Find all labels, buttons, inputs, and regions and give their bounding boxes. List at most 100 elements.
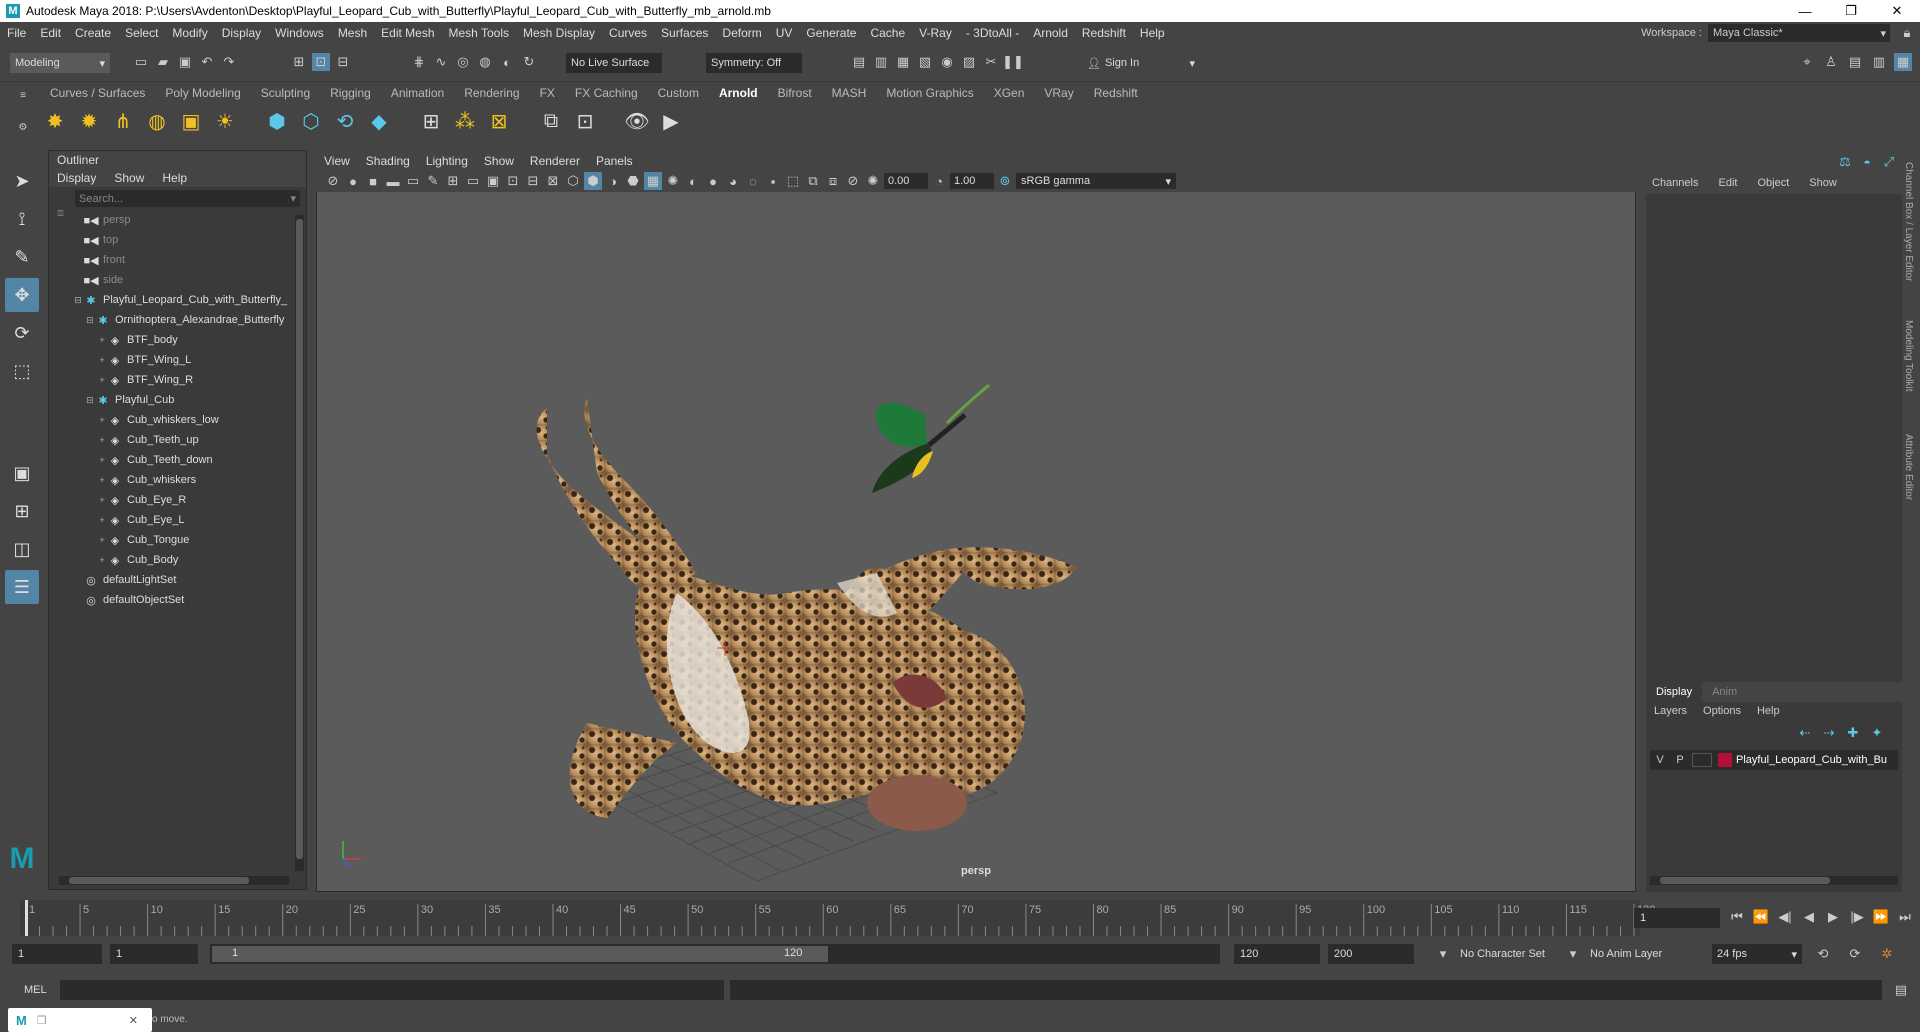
layer-color-swatch[interactable] (1718, 753, 1732, 767)
menu-surfaces[interactable]: Surfaces (654, 26, 715, 40)
auto-key-icon[interactable]: ⟳ (1846, 945, 1864, 963)
anti-aliasing-icon[interactable]: ◌ (744, 172, 762, 190)
outliner-item[interactable]: + ◈ BTF_Wing_R (49, 370, 306, 390)
rotate-tool-icon[interactable]: ⟳ (5, 316, 39, 350)
leopard-cub-model[interactable] (536, 398, 1077, 831)
shelf-tab-rigging[interactable]: Rigging (320, 86, 381, 100)
shelf-menu-icon[interactable]: ≡ (14, 86, 32, 104)
shelf-tab-arnold[interactable]: Arnold (709, 86, 768, 100)
outliner-item[interactable]: + ◈ Cub_whiskers_low (49, 410, 306, 430)
gamma-icon[interactable]: ◔ (930, 172, 948, 190)
move-layer-up-icon[interactable]: ⇠ (1796, 724, 1814, 742)
tab-anim[interactable]: Anim (1702, 686, 1747, 698)
collapse-icon[interactable]: ⊟ (73, 295, 83, 306)
expand-icon[interactable]: + (97, 435, 107, 445)
outliner-item[interactable]: ■◀ side (49, 270, 306, 290)
shelf-tab-sculpting[interactable]: Sculpting (251, 86, 320, 100)
menu-edit-mesh[interactable]: Edit Mesh (374, 26, 441, 40)
outliner-search-input[interactable]: Search... ▾ (75, 190, 300, 207)
menu-display[interactable]: Display (215, 26, 268, 40)
render-frame-icon[interactable]: ▤ (850, 53, 868, 71)
xray-active-icon[interactable]: ⧈ (824, 172, 842, 190)
collapse-icon[interactable]: ⊟ (85, 395, 95, 406)
camera-attributes-icon[interactable]: ● (344, 172, 362, 190)
area-light-icon[interactable]: ✸ (40, 106, 70, 136)
modeling-toolkit-icon[interactable]: ⌖ (1798, 53, 1816, 71)
taskbar-window[interactable]: M ❐ ✕ (8, 1008, 152, 1032)
mesh-light-icon[interactable]: ✹ (74, 106, 104, 136)
menu-file[interactable]: File (0, 26, 33, 40)
redo-icon[interactable]: ↷ (220, 53, 238, 71)
step-back-key-icon[interactable]: ⏪ (1752, 908, 1770, 926)
menu-mesh[interactable]: Mesh (331, 26, 374, 40)
anim-layer-dropdown[interactable]: No Anim Layer (1590, 948, 1662, 960)
render-view-eye-icon[interactable]: 👁︎ (622, 106, 652, 136)
channel-menu-object[interactable]: Object (1757, 177, 1789, 189)
single-view-icon[interactable]: ▣ (5, 456, 39, 490)
ipr-icon[interactable]: ✂ (982, 53, 1000, 71)
taskbar-close-icon[interactable]: ✕ (129, 1014, 138, 1027)
isolate-select-icon[interactable]: ⬚ (784, 172, 802, 190)
new-layer-selected-icon[interactable]: ✦ (1868, 724, 1886, 742)
step-forward-frame-icon[interactable]: |▶ (1848, 908, 1866, 926)
render-sequence-icon[interactable]: ▥ (872, 53, 890, 71)
shelf-tab-fx-caching[interactable]: FX Caching (565, 86, 648, 100)
outliner-item[interactable]: ⊟ ✱ Ornithoptera_Alexandrae_Butterfly (49, 310, 306, 330)
go-to-start-icon[interactable]: ⏮ (1728, 908, 1746, 926)
maximize-icon[interactable]: ❐ (1828, 0, 1874, 22)
bookmark-icon[interactable]: ■ (364, 172, 382, 190)
menu-help[interactable]: Help (1133, 26, 1172, 40)
current-frame-field[interactable]: 1 (1634, 908, 1720, 928)
shelf-tab-poly-modeling[interactable]: Poly Modeling (155, 86, 250, 100)
outliner-item[interactable]: ■◀ top (49, 230, 306, 250)
fps-dropdown[interactable]: 24 fps ▾ (1712, 944, 1802, 964)
gamma-field[interactable]: 1.00 (950, 173, 994, 189)
photometric-light-icon[interactable]: ⋔ (108, 106, 138, 136)
safe-action-icon[interactable]: ⊠ (544, 172, 562, 190)
menu-mesh-tools[interactable]: Mesh Tools (442, 26, 516, 40)
layer-menu-help[interactable]: Help (1757, 705, 1780, 717)
anim-preferences-icon[interactable]: ✲ (1878, 945, 1896, 963)
shelf-tab-animation[interactable]: Animation (381, 86, 454, 100)
outliner-item[interactable]: ■◀ front (49, 250, 306, 270)
save-scene-icon[interactable]: ▣ (176, 53, 194, 71)
exposure-icon[interactable]: ✺ (864, 172, 882, 190)
flush-all-icon[interactable]: ⊠ (484, 106, 514, 136)
expand-icon[interactable]: + (97, 355, 107, 365)
outliner-item[interactable]: ⊟ ✱ Playful_Leopard_Cub_with_Butterfly_ (49, 290, 306, 310)
attribute-editor-icon[interactable]: ▤ (1846, 53, 1864, 71)
outliner-horizontal-scrollbar[interactable] (59, 876, 289, 885)
collapse-icon[interactable]: ⊟ (85, 315, 95, 326)
outliner-item[interactable]: + ◈ Cub_whiskers (49, 470, 306, 490)
procedural-icon[interactable]: ◆ (364, 106, 394, 136)
layer-playback-toggle[interactable]: P (1670, 754, 1690, 766)
live-surface-field[interactable]: No Live Surface (566, 53, 662, 73)
current-frame-marker[interactable] (25, 900, 28, 936)
menu-curves[interactable]: Curves (602, 26, 654, 40)
minimize-icon[interactable]: — (1782, 0, 1828, 22)
restore-icon[interactable]: ❐ (37, 1014, 47, 1027)
shelf-tab-motion-graphics[interactable]: Motion Graphics (876, 86, 983, 100)
go-to-end-icon[interactable]: ⏭ (1896, 908, 1914, 926)
anim-layer-icon[interactable]: ▾ (1564, 945, 1582, 963)
tool-settings-icon[interactable]: ▥ (1870, 53, 1888, 71)
snap-point-icon[interactable]: ◎ (454, 53, 472, 71)
channel-menu-channels[interactable]: Channels (1652, 177, 1698, 189)
shelf-tab-redshift[interactable]: Redshift (1084, 86, 1148, 100)
menu-select[interactable]: Select (118, 26, 165, 40)
step-back-frame-icon[interactable]: ◀| (1776, 908, 1794, 926)
menu-modify[interactable]: Modify (165, 26, 214, 40)
grease-pencil-icon[interactable]: ✎ (424, 172, 442, 190)
play-backward-icon[interactable]: ◀ (1800, 908, 1818, 926)
menu-deform[interactable]: Deform (715, 26, 768, 40)
hypershade-icon[interactable]: ◉ (938, 53, 956, 71)
export-standin-icon[interactable]: ⧉ (536, 106, 566, 136)
snap-curve-icon[interactable]: ∿ (432, 53, 450, 71)
skydome-light-icon[interactable]: ◍ (142, 106, 172, 136)
layer-horizontal-scrollbar[interactable] (1650, 876, 1898, 885)
shelf-tab-rendering[interactable]: Rendering (454, 86, 529, 100)
outliner-item[interactable]: ⊟ ✱ Playful_Cub (49, 390, 306, 410)
shelf-tab-custom[interactable]: Custom (648, 86, 709, 100)
open-scene-icon[interactable]: ▰ (154, 53, 172, 71)
range-bar[interactable]: 1 120 (210, 944, 1220, 964)
